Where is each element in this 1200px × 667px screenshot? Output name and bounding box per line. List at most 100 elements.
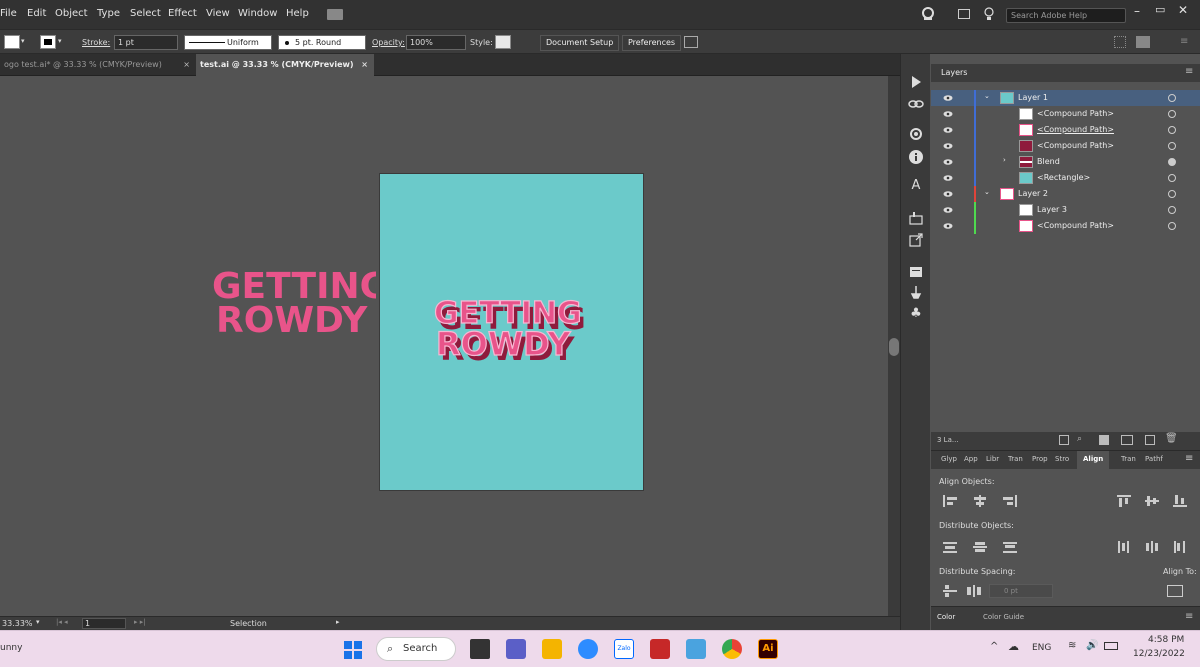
arrange-documents-icon[interactable]: [958, 9, 970, 19]
align-left-icon[interactable]: [943, 495, 957, 507]
clock-time[interactable]: 4:58 PM: [1148, 635, 1184, 645]
distribute-vertical-center-icon[interactable]: [973, 541, 987, 553]
collect-export-icon[interactable]: [1059, 435, 1069, 445]
menu-window[interactable]: Window: [238, 8, 277, 19]
zoom-level[interactable]: 33.33%: [2, 619, 33, 628]
tab-color-guide[interactable]: Color Guide: [983, 613, 1024, 621]
links-icon[interactable]: [908, 96, 924, 112]
tab-align[interactable]: Align: [1077, 451, 1110, 469]
visibility-eye-icon[interactable]: [943, 109, 953, 119]
transform-icon[interactable]: [684, 36, 698, 48]
red-app-icon[interactable]: [650, 639, 670, 659]
layer-name[interactable]: <Compound Path>: [1037, 109, 1114, 118]
status-menu-icon[interactable]: ▸: [336, 618, 340, 626]
layer-row-compound-path[interactable]: <Compound Path>: [931, 218, 1200, 234]
distribute-horizontal-center-icon[interactable]: [1145, 541, 1159, 553]
layer-row-layer-1[interactable]: ⌄ Layer 1: [931, 90, 1200, 106]
brushes-icon[interactable]: [908, 284, 924, 300]
notepad-icon[interactable]: [686, 639, 706, 659]
weather-text[interactable]: unny: [0, 643, 22, 653]
panel-menu-icon[interactable]: ≡: [1185, 66, 1193, 77]
align-top-icon[interactable]: [1117, 495, 1131, 507]
discover-lightbulb-icon[interactable]: [983, 7, 995, 21]
visibility-eye-icon[interactable]: [943, 205, 953, 215]
graphic-style-swatch[interactable]: [495, 35, 511, 49]
wifi-icon[interactable]: ≋: [1068, 640, 1076, 651]
export-icon[interactable]: [908, 232, 924, 248]
logo-art-offboard[interactable]: GETTING ROWDY: [206, 264, 376, 340]
target-icon[interactable]: [1168, 158, 1176, 166]
file-explorer-icon[interactable]: [542, 639, 562, 659]
tab-transform[interactable]: Tran: [1008, 455, 1023, 463]
layer-name[interactable]: Layer 1: [1018, 93, 1048, 102]
vertical-distribute-space-icon[interactable]: [943, 585, 957, 597]
fill-swatch[interactable]: [4, 35, 20, 49]
preferences-button[interactable]: Preferences: [622, 35, 682, 51]
collapse-chevron-icon[interactable]: ⌄: [984, 92, 990, 100]
help-search-input[interactable]: Search Adobe Help: [1006, 8, 1126, 23]
symbols-icon[interactable]: ♣: [908, 306, 924, 322]
tray-chevron-icon[interactable]: ^: [990, 641, 998, 652]
visibility-eye-icon[interactable]: [943, 157, 953, 167]
distribute-left-icon[interactable]: [1117, 541, 1131, 553]
align-right-icon[interactable]: [1003, 495, 1017, 507]
visibility-eye-icon[interactable]: [943, 189, 953, 199]
align-bottom-icon[interactable]: [1173, 495, 1187, 507]
layer-name[interactable]: <Rectangle>: [1037, 173, 1090, 182]
menu-view[interactable]: View: [206, 8, 230, 19]
layers-title[interactable]: Layers: [941, 68, 967, 77]
scroll-thumb[interactable]: [889, 338, 899, 356]
target-icon[interactable]: [1168, 174, 1176, 182]
visibility-eye-icon[interactable]: [943, 173, 953, 183]
artboard-number-input[interactable]: 1: [82, 618, 126, 629]
panel-menu-icon[interactable]: ≡: [1185, 611, 1193, 622]
first-artboard-icon[interactable]: |◂ ◂: [56, 618, 68, 626]
artboards-icon[interactable]: [908, 210, 924, 226]
layer-row-compound-path[interactable]: <Compound Path>: [931, 106, 1200, 122]
tab-libraries[interactable]: Libr: [986, 455, 999, 463]
visibility-eye-icon[interactable]: [943, 93, 953, 103]
spacing-input[interactable]: 0 pt: [989, 584, 1053, 598]
libraries-icon[interactable]: [908, 264, 924, 280]
panel-menu-icon[interactable]: ≡: [1180, 36, 1192, 48]
expand-chevron-icon[interactable]: ›: [1003, 156, 1006, 164]
vertical-scrollbar[interactable]: [888, 76, 900, 616]
brush-definition[interactable]: 5 pt. Round: [278, 35, 366, 50]
panel-menu-icon[interactable]: ≡: [1185, 453, 1193, 464]
fill-dropdown-icon[interactable]: ▾: [21, 37, 31, 47]
next-artboard-icon[interactable]: ▸ ▸|: [134, 618, 146, 626]
target-icon[interactable]: [1168, 206, 1176, 214]
layer-name[interactable]: Layer 2: [1018, 189, 1048, 198]
make-clipping-mask-icon[interactable]: [1099, 435, 1109, 445]
info-icon[interactable]: [908, 149, 924, 165]
menu-edit[interactable]: Edit: [27, 8, 46, 19]
workspace-switcher-icon[interactable]: [327, 9, 343, 20]
tab-transparency[interactable]: Tran: [1121, 455, 1136, 463]
tab-glyphs[interactable]: Glyp: [941, 455, 957, 463]
stroke-swatch[interactable]: [40, 35, 56, 49]
distribute-top-icon[interactable]: [943, 541, 957, 553]
target-icon[interactable]: [1168, 142, 1176, 150]
character-icon[interactable]: A: [908, 178, 924, 194]
tab-color[interactable]: Color: [937, 613, 955, 621]
collapse-chevron-icon[interactable]: ⌄: [984, 188, 990, 196]
new-sublayer-icon[interactable]: [1121, 435, 1133, 445]
stroke-dropdown-icon[interactable]: ▾: [58, 37, 68, 47]
layer-row-compound-path[interactable]: <Compound Path>: [931, 138, 1200, 154]
teams-chat-icon[interactable]: [506, 639, 526, 659]
target-icon[interactable]: [1168, 94, 1176, 102]
new-layer-icon[interactable]: [1145, 435, 1155, 445]
cloud-tray-icon[interactable]: ☁: [1008, 640, 1019, 653]
layer-name[interactable]: Blend: [1037, 157, 1060, 166]
visibility-eye-icon[interactable]: [943, 141, 953, 151]
tab-test[interactable]: test.ai @ 33.33 % (CMYK/Preview) ×: [196, 54, 374, 76]
delete-icon[interactable]: 🗑: [1165, 433, 1178, 444]
target-icon[interactable]: [1168, 126, 1176, 134]
opacity-input[interactable]: 100%: [406, 35, 466, 50]
chrome-icon[interactable]: [722, 639, 742, 659]
task-view-icon[interactable]: [470, 639, 490, 659]
layer-name[interactable]: <Compound Path>: [1037, 125, 1114, 134]
stroke-label[interactable]: Stroke:: [82, 36, 110, 50]
taskbar-search[interactable]: ⌕ Search: [376, 637, 456, 661]
windows-start-icon[interactable]: [344, 641, 362, 659]
